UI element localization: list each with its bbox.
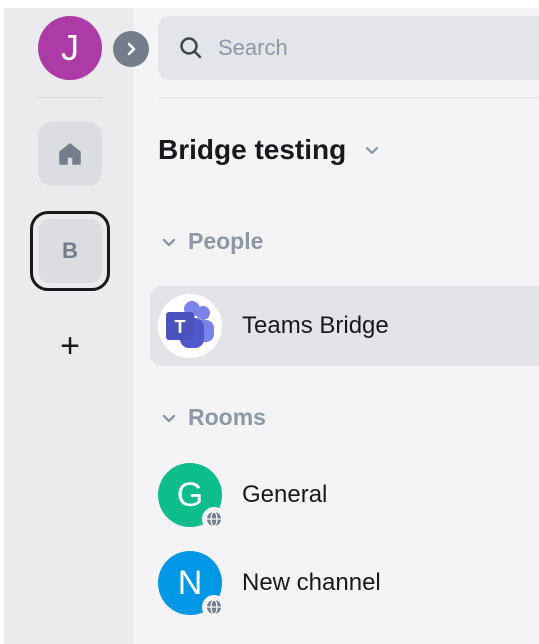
space-title[interactable]: Bridge testing: [158, 134, 380, 166]
section-people-label: People: [188, 228, 264, 254]
home-icon: [59, 143, 81, 165]
space-initial: B: [62, 238, 78, 263]
chevron-right-icon: [127, 42, 136, 56]
room-avatar: G: [158, 463, 226, 531]
room-item-new-channel[interactable]: N New channel: [150, 543, 539, 623]
search-icon: [180, 37, 202, 59]
room-avatar: N: [158, 551, 226, 619]
room-name: New channel: [242, 569, 381, 596]
section-rooms-label: Rooms: [188, 404, 266, 430]
room-avatar-initial: G: [176, 475, 204, 514]
expand-rail-button[interactable]: [113, 31, 149, 67]
plus-icon: +: [60, 326, 80, 365]
microsoft-teams-icon: T: [158, 294, 222, 358]
room-avatar-initial: N: [177, 563, 203, 602]
room-name: Teams Bridge: [242, 312, 389, 339]
room-name: General: [242, 481, 328, 508]
room-item-teams-bridge[interactable]: T Teams Bridge: [150, 286, 539, 366]
space-avatar: B: [38, 219, 102, 283]
space-title-text: Bridge testing: [158, 134, 347, 165]
globe-icon: [202, 595, 226, 619]
section-rooms-header[interactable]: Rooms: [162, 404, 266, 431]
home-button[interactable]: [38, 122, 102, 186]
svg-text:T: T: [175, 317, 186, 337]
search-placeholder: Search: [218, 35, 288, 60]
panel-divider: [158, 97, 539, 98]
chevron-down-icon: [364, 142, 380, 158]
section-people-header[interactable]: People: [162, 228, 263, 255]
space-button-bridge-testing[interactable]: B: [30, 211, 110, 291]
rail-divider: [36, 97, 102, 98]
user-avatar[interactable]: J: [38, 16, 102, 80]
user-avatar-initial: J: [61, 27, 79, 68]
globe-icon: [202, 507, 226, 531]
create-space-button[interactable]: +: [50, 326, 90, 366]
chevron-down-icon: [162, 414, 176, 422]
search-bar[interactable]: Search: [158, 16, 539, 80]
chevron-down-icon: [162, 238, 176, 246]
room-item-general[interactable]: G General: [150, 455, 539, 535]
